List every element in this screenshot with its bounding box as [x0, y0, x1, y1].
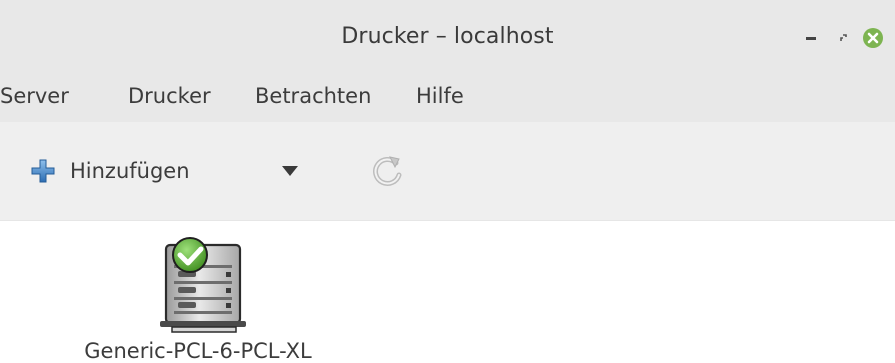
header-bar: Drucker – localhost Server Drucker Betra…: [0, 0, 895, 122]
maximize-icon: [840, 34, 847, 41]
menu-bar: Server Drucker Betrachten Hilfe: [0, 78, 895, 122]
add-button-label: Hinzufügen: [70, 159, 190, 183]
refresh-icon: [373, 156, 402, 186]
add-button[interactable]: Hinzufügen: [30, 153, 190, 189]
minimize-icon: [806, 37, 816, 40]
menu-betrachten[interactable]: Betrachten: [255, 84, 371, 108]
printer-list: Generic-PCL-6-PCL-XL: [0, 221, 895, 363]
window-title: Drucker – localhost: [341, 24, 554, 49]
refresh-button[interactable]: [368, 151, 408, 191]
maximize-button[interactable]: [836, 27, 858, 49]
menu-drucker[interactable]: Drucker: [128, 84, 211, 108]
printer-icon: [160, 237, 246, 333]
add-dropdown-button[interactable]: [280, 163, 300, 179]
menu-server[interactable]: Server: [0, 84, 69, 108]
close-icon: [863, 28, 883, 48]
printer-name: Generic-PCL-6-PCL-XL: [84, 339, 312, 363]
chevron-down-icon: [282, 166, 298, 176]
close-button[interactable]: [861, 26, 885, 50]
menu-hilfe[interactable]: Hilfe: [416, 84, 464, 108]
printer-item[interactable]: Generic-PCL-6-PCL-XL: [58, 229, 338, 363]
minimize-button[interactable]: [803, 27, 823, 49]
toolbar: Hinzufügen: [0, 122, 895, 221]
titlebar[interactable]: Drucker – localhost: [0, 0, 895, 78]
plus-icon: [31, 159, 55, 183]
printers-window: Drucker – localhost Server Drucker Betra…: [0, 0, 895, 363]
